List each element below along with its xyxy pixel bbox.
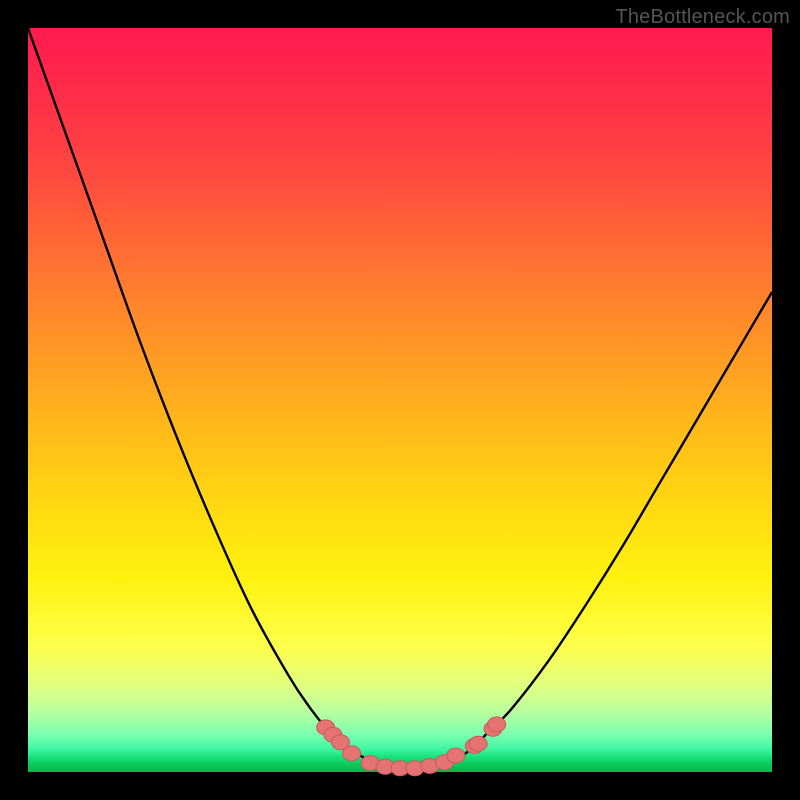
curve-marker	[469, 736, 487, 751]
chart-frame: TheBottleneck.com	[0, 0, 800, 800]
marker-group	[317, 717, 506, 776]
curve-marker	[447, 748, 465, 763]
curve-marker	[343, 746, 361, 761]
bottleneck-curve	[28, 28, 772, 769]
plot-area	[28, 28, 772, 772]
chart-overlay	[28, 28, 772, 772]
curve-marker	[488, 717, 506, 732]
watermark-text: TheBottleneck.com	[615, 6, 790, 29]
